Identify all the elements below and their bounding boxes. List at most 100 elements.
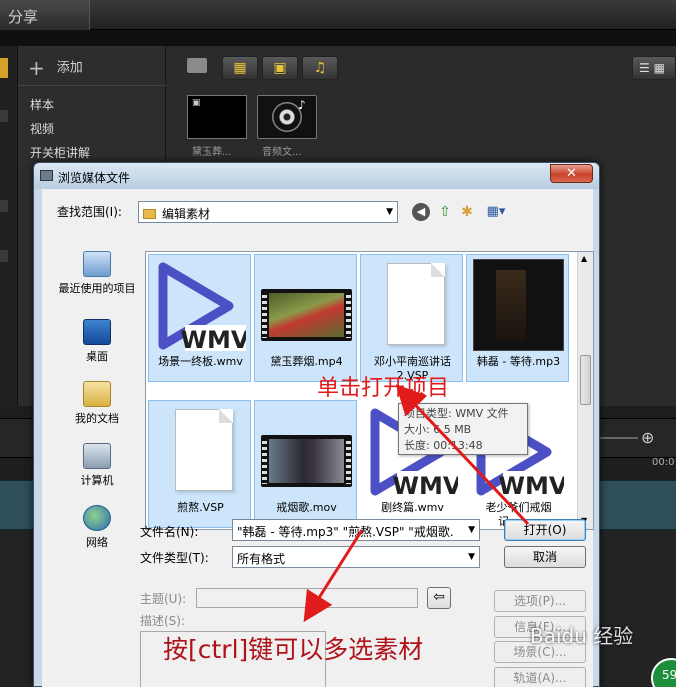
open-button[interactable]: 打开(O) bbox=[504, 519, 586, 541]
recent-items-icon bbox=[83, 251, 111, 277]
place-label: 我的文档 bbox=[75, 412, 119, 425]
filetype-label: 文件类型(T): bbox=[140, 551, 209, 565]
cancel-button[interactable]: 取消 bbox=[504, 546, 586, 568]
my-documents-icon bbox=[83, 381, 111, 407]
add-label: 添加 bbox=[56, 60, 83, 76]
film-strip bbox=[261, 289, 352, 341]
filetype-select[interactable]: 所有格式 ▼ bbox=[232, 546, 480, 568]
view-menu-icon[interactable]: ▦▾ bbox=[482, 203, 510, 221]
place-label: 桌面 bbox=[86, 350, 108, 363]
document-icon bbox=[155, 405, 246, 497]
film-icon: ▣ bbox=[192, 98, 201, 108]
image-filter-button[interactable]: ▣ bbox=[262, 56, 298, 80]
wmv-file-icon: WMV bbox=[155, 259, 246, 351]
dialog-title: 浏览媒体文件 bbox=[58, 171, 131, 185]
screenshot-root: 分享 + 添加 样本 视频 开关柜讲解 ▦ ▣ ♫ ☰ ▦ ▣ ♪ 黛玉葬... … bbox=[0, 0, 676, 687]
file-item[interactable]: 戒烟歌.mov bbox=[254, 400, 357, 528]
place-label: 网络 bbox=[86, 536, 108, 549]
rail-marker bbox=[0, 200, 8, 212]
new-folder-icon[interactable]: ✱ bbox=[458, 203, 476, 221]
file-item[interactable]: 邓小平南巡讲话2.VSP bbox=[360, 254, 463, 382]
tooltip-size: 大小: 6.5 MB bbox=[404, 423, 472, 436]
place-network[interactable]: 网络 bbox=[52, 505, 142, 550]
tab-share[interactable]: 分享 bbox=[0, 0, 90, 30]
music-note-icon: ♫ bbox=[313, 60, 327, 76]
up-folder-icon[interactable]: ⇧ bbox=[436, 203, 454, 221]
filename-label: 文件名(N): bbox=[140, 525, 199, 539]
back-icon[interactable]: ◀ bbox=[412, 203, 430, 221]
look-in-combo[interactable]: 编辑素材 ▼ bbox=[138, 201, 398, 223]
file-name: 韩磊 - 等待.mp3 bbox=[476, 355, 561, 368]
wmv-text: WMV bbox=[393, 472, 458, 497]
timeline-timecode: 00:0 bbox=[652, 457, 675, 468]
desktop-icon bbox=[83, 319, 111, 345]
arrow-left-icon: ⇦ bbox=[433, 589, 445, 605]
library-item-switchgear[interactable]: 开关柜讲解 bbox=[30, 144, 90, 161]
close-button[interactable]: ✕ bbox=[550, 164, 593, 183]
audio-filter-button[interactable]: ♫ bbox=[302, 56, 338, 80]
place-label: 计算机 bbox=[80, 474, 114, 487]
list-view-icon: ☰ ▦ bbox=[639, 61, 665, 75]
filename-value: "韩磊 - 等待.mp3" "煎熬.VSP" "戒烟歌. bbox=[237, 525, 454, 539]
chevron-down-icon: ▼ bbox=[468, 552, 475, 562]
left-rail bbox=[0, 46, 18, 406]
dialog-titlebar[interactable]: 浏览媒体文件 ✕ bbox=[34, 163, 599, 189]
filetype-value: 所有格式 bbox=[237, 552, 286, 566]
app-window-icon bbox=[40, 170, 53, 181]
folder-icon[interactable] bbox=[187, 58, 207, 73]
blank-file-icon bbox=[175, 409, 233, 491]
scroll-up-icon[interactable]: ▲ bbox=[581, 254, 587, 263]
file-name: 剧终篇.wmv bbox=[381, 501, 444, 514]
album-figure bbox=[496, 270, 526, 340]
film-icon: ▦ bbox=[233, 60, 247, 76]
chevron-down-icon: ▼ bbox=[386, 207, 393, 217]
app-strip bbox=[0, 30, 676, 46]
apply-subject-button[interactable]: ⇦ bbox=[427, 587, 451, 609]
library-item-samples[interactable]: 样本 bbox=[30, 96, 54, 113]
computer-icon bbox=[83, 443, 111, 469]
film-holes bbox=[262, 292, 267, 338]
video-file-icon bbox=[261, 405, 352, 497]
file-item[interactable]: 韩磊 - 等待.mp3 bbox=[466, 254, 569, 382]
scrollbar-thumb[interactable] bbox=[580, 355, 591, 405]
video-filter-button[interactable]: ▦ bbox=[222, 56, 258, 80]
folder-icon bbox=[143, 209, 156, 219]
media-thumb-audio[interactable]: ♪ bbox=[257, 95, 317, 139]
subject-label: 主题(U): bbox=[140, 592, 187, 606]
baidu-watermark: Baidu 经验 bbox=[530, 624, 634, 648]
film-holes bbox=[346, 438, 351, 484]
wmv-text: WMV bbox=[499, 472, 564, 497]
file-info-tooltip: 项目类型: WMV 文件 大小: 6.5 MB 长度: 00:13:48 bbox=[398, 403, 528, 455]
place-desktop[interactable]: 桌面 bbox=[52, 319, 142, 364]
zoom-in-icon[interactable]: ⊕ bbox=[641, 428, 654, 447]
file-item[interactable]: 黛玉葬烟.mp4 bbox=[254, 254, 357, 382]
file-name: 煎熬.VSP bbox=[177, 501, 224, 514]
network-icon bbox=[83, 505, 111, 531]
plus-icon: + bbox=[28, 56, 45, 80]
file-list-scrollbar[interactable]: ▲ ▼ bbox=[577, 252, 593, 529]
look-in-label: 查找范围(I): bbox=[57, 205, 122, 219]
zoom-slider[interactable] bbox=[598, 437, 638, 439]
thumb-label: 音频文... bbox=[262, 147, 302, 158]
document-icon bbox=[367, 259, 458, 351]
place-my-documents[interactable]: 我的文档 bbox=[52, 381, 142, 426]
place-recent[interactable]: 最近使用的项目 bbox=[52, 251, 142, 296]
file-item[interactable]: 煎熬.VSP bbox=[148, 400, 251, 528]
track-button[interactable]: 轨道(A)... bbox=[494, 667, 586, 687]
media-thumb-video[interactable]: ▣ bbox=[187, 95, 247, 139]
wmv-text: WMV bbox=[181, 326, 246, 351]
music-note-icon: ♪ bbox=[298, 98, 306, 112]
image-icon: ▣ bbox=[273, 60, 287, 76]
subject-input[interactable] bbox=[196, 588, 418, 608]
place-computer[interactable]: 计算机 bbox=[52, 443, 142, 488]
filename-input[interactable]: "韩磊 - 等待.mp3" "煎熬.VSP" "戒烟歌. ▼ bbox=[232, 519, 480, 541]
library-item-video[interactable]: 视频 bbox=[30, 120, 54, 137]
options-button[interactable]: 选项(P)... bbox=[494, 590, 586, 612]
add-library-button[interactable]: + 添加 bbox=[28, 56, 83, 80]
film-holes bbox=[346, 292, 351, 338]
file-item[interactable]: WMV 场景一终板.wmv bbox=[148, 254, 251, 382]
view-mode-buttons[interactable]: ☰ ▦ bbox=[632, 56, 676, 80]
file-name: 黛玉葬烟.mp4 bbox=[270, 355, 343, 368]
tooltip-length: 长度: 00:13:48 bbox=[404, 439, 483, 452]
rail-marker bbox=[0, 250, 8, 262]
